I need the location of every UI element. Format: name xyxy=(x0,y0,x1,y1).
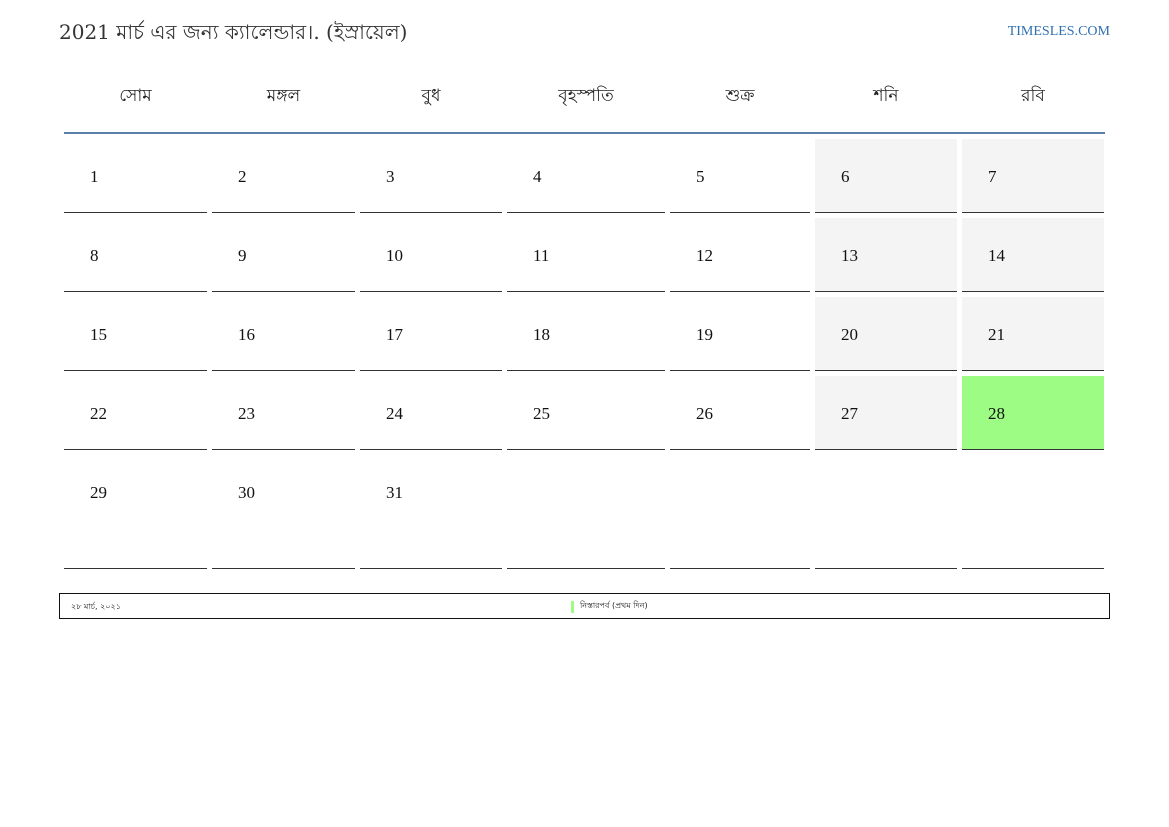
day-cell xyxy=(815,455,957,569)
day-number: 3 xyxy=(386,167,395,186)
week-row: 1 2 3 4 5 6 7 xyxy=(64,139,1105,213)
day-number: 17 xyxy=(386,325,403,344)
day-cell[interactable]: 11 xyxy=(507,218,665,292)
day-number: 23 xyxy=(238,404,255,423)
weekday-fri: শুক্র xyxy=(725,86,755,106)
week-row: 15 16 17 18 19 20 21 xyxy=(64,297,1105,371)
day-number: 1 xyxy=(90,167,99,186)
day-cell[interactable]: 17 xyxy=(360,297,502,371)
day-cell[interactable]: 20 xyxy=(815,297,957,371)
day-number: 25 xyxy=(533,404,550,423)
legend-holiday-name: নিস্তারপর্ব (প্রথম দিন) xyxy=(580,601,648,610)
day-cell[interactable]: 13 xyxy=(815,218,957,292)
day-number: 29 xyxy=(90,483,107,502)
weekday-tue: মঙ্গল xyxy=(266,86,301,106)
day-number: 19 xyxy=(696,325,713,344)
day-cell[interactable]: 24 xyxy=(360,376,502,450)
day-cell xyxy=(670,455,810,569)
weeks-container: 1 2 3 4 5 6 7 8 9 10 11 12 13 14 15 16 17 18 19 20 21 22 23 24 2… xyxy=(64,139,1105,569)
day-cell[interactable]: 2 xyxy=(212,139,355,213)
week-row: 22 23 24 25 26 27 28 xyxy=(64,376,1105,450)
day-cell[interactable]: 5 xyxy=(670,139,810,213)
day-cell[interactable]: 3 xyxy=(360,139,502,213)
day-number: 13 xyxy=(841,246,858,265)
day-number: 11 xyxy=(533,246,550,265)
day-cell[interactable]: 1 xyxy=(64,139,207,213)
day-cell[interactable]: 6 xyxy=(815,139,957,213)
day-cell[interactable]: 19 xyxy=(670,297,810,371)
day-cell[interactable]: 23 xyxy=(212,376,355,450)
day-cell[interactable]: 27 xyxy=(815,376,957,450)
day-cell[interactable]: 9 xyxy=(212,218,355,292)
legend-holiday-entry: নিস্তারপর্ব (প্রথম দিন) xyxy=(571,600,648,613)
day-number: 20 xyxy=(841,325,858,344)
day-cell[interactable]: 21 xyxy=(962,297,1104,371)
day-number: 5 xyxy=(696,167,705,186)
day-number: 18 xyxy=(533,325,550,344)
day-cell xyxy=(507,455,665,569)
day-number: 15 xyxy=(90,325,107,344)
week-row: 8 9 10 11 12 13 14 xyxy=(64,218,1105,292)
day-number: 16 xyxy=(238,325,255,344)
day-cell[interactable]: 16 xyxy=(212,297,355,371)
day-number: 21 xyxy=(988,325,1005,344)
day-cell[interactable]: 30 xyxy=(212,455,355,569)
day-number: 22 xyxy=(90,404,107,423)
day-number: 12 xyxy=(696,246,713,265)
day-cell[interactable]: 12 xyxy=(670,218,810,292)
weekday-wed: বুধ xyxy=(421,86,441,106)
weekday-thu: বৃহস্পতি xyxy=(558,86,614,106)
day-number: 8 xyxy=(90,246,99,265)
weekday-sat: শনি xyxy=(873,86,899,106)
holiday-legend: ২৮ মার্চ, ২০২১ নিস্তারপর্ব (প্রথম দিন) xyxy=(59,593,1110,619)
day-number: 4 xyxy=(533,167,542,186)
legend-date: ২৮ মার্চ, ২০২১ xyxy=(71,602,121,611)
day-number: 2 xyxy=(238,167,247,186)
day-cell[interactable]: 10 xyxy=(360,218,502,292)
calendar-grid: সোম মঙ্গল বুধ বৃহস্পতি শুক্র শনি রবি 123… xyxy=(64,62,1105,569)
day-number: 6 xyxy=(841,167,850,186)
day-number: 10 xyxy=(386,246,403,265)
weekday-mon: সোম xyxy=(119,86,152,106)
day-number: 27 xyxy=(841,404,858,423)
day-cell[interactable]: 31 xyxy=(360,455,502,569)
day-cell[interactable]: 4 xyxy=(507,139,665,213)
page-title: 2021 মার্চ এর জন্য ক্যালেন্ডার।. (ইস্রায… xyxy=(59,20,408,44)
day-cell[interactable]: 26 xyxy=(670,376,810,450)
day-number: 26 xyxy=(696,404,713,423)
day-number: 31 xyxy=(386,483,403,502)
day-cell[interactable]: 14 xyxy=(962,218,1104,292)
holiday-color-swatch xyxy=(571,600,574,613)
day-number: 9 xyxy=(238,246,247,265)
day-cell[interactable]: 8 xyxy=(64,218,207,292)
day-cell[interactable]: 28 xyxy=(962,376,1104,450)
day-cell[interactable]: 22 xyxy=(64,376,207,450)
day-cell xyxy=(962,455,1104,569)
day-cell[interactable]: 15 xyxy=(64,297,207,371)
day-cell[interactable]: 29 xyxy=(64,455,207,569)
day-number: 24 xyxy=(386,404,403,423)
day-number: 30 xyxy=(238,483,255,502)
day-number: 14 xyxy=(988,246,1005,265)
day-cell[interactable]: 7 xyxy=(962,139,1104,213)
day-cell[interactable]: 25 xyxy=(507,376,665,450)
day-cell[interactable]: 18 xyxy=(507,297,665,371)
day-number: 7 xyxy=(988,167,997,186)
day-number: 28 xyxy=(988,404,1005,423)
week-row: 29 30 31 xyxy=(64,455,1105,569)
weekday-sun: রবি xyxy=(1021,86,1045,106)
brand-link[interactable]: TIMESLES.COM xyxy=(1008,24,1110,40)
weekday-header-row: সোম মঙ্গল বুধ বৃহস্পতি শুক্র শনি রবি xyxy=(64,62,1105,134)
